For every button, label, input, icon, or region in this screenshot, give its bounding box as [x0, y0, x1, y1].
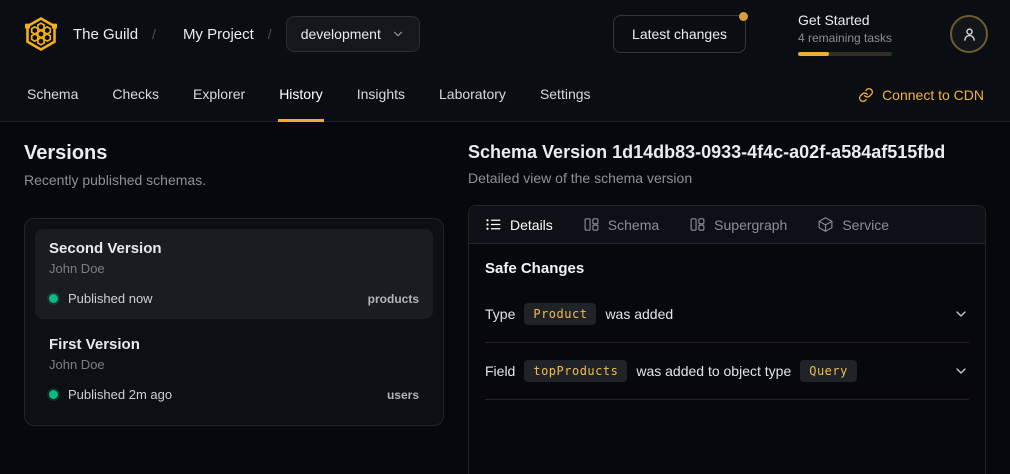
breadcrumb-separator: /	[268, 26, 272, 42]
connect-to-cdn-link[interactable]: Connect to CDN	[858, 68, 984, 121]
user-avatar[interactable]	[950, 15, 988, 53]
version-name: First Version	[49, 336, 419, 353]
nav-tabs: Schema Checks Explorer History Insights …	[26, 68, 592, 121]
detail-tab-label: Details	[510, 217, 553, 233]
breadcrumb-project[interactable]: My Project	[183, 26, 254, 43]
detail-body: Safe Changes Type Product was added Fiel…	[469, 244, 985, 416]
cube-icon	[817, 216, 834, 233]
project-nav: Schema Checks Explorer History Insights …	[0, 68, 1010, 122]
change-text: was added to object type	[636, 363, 791, 379]
version-status: Published now	[68, 291, 153, 306]
nav-tab-schema[interactable]: Schema	[26, 68, 79, 122]
get-started-progress-fill	[798, 52, 829, 56]
change-row-field-added[interactable]: Field topProducts was added to object ty…	[485, 343, 969, 400]
detail-tab-label: Service	[842, 217, 889, 233]
chevron-down-icon	[391, 27, 405, 41]
change-text: was added	[605, 306, 673, 322]
latest-changes-label: Latest changes	[632, 26, 727, 42]
list-icon	[485, 216, 502, 233]
nav-tab-history[interactable]: History	[278, 68, 324, 122]
nav-tab-explorer[interactable]: Explorer	[192, 68, 246, 122]
person-icon	[961, 26, 978, 43]
detail-tab-label: Schema	[608, 217, 659, 233]
layout-columns-icon	[583, 216, 600, 233]
version-detail-column: Schema Version 1d14db83-0933-4f4c-a02f-a…	[468, 142, 986, 474]
change-row-type-added[interactable]: Type Product was added	[485, 286, 969, 343]
change-code-chip: topProducts	[524, 360, 627, 382]
version-author: John Doe	[49, 261, 419, 276]
detail-tab-label: Supergraph	[714, 217, 787, 233]
version-name: Second Version	[49, 240, 419, 257]
detail-tabs: Details Schema	[469, 206, 985, 244]
version-status-row: Published 2m ago users	[49, 387, 419, 402]
versions-list: Second Version John Doe Published now pr…	[24, 218, 444, 426]
versions-column: Versions Recently published schemas. Sec…	[24, 142, 444, 474]
version-list-item-second[interactable]: Second Version John Doe Published now pr…	[35, 229, 433, 319]
latest-changes-button[interactable]: Latest changes	[613, 15, 746, 53]
breadcrumb-org[interactable]: The Guild	[73, 26, 138, 43]
chevron-down-icon[interactable]	[953, 306, 969, 322]
environment-selector[interactable]: development	[286, 16, 420, 52]
notification-dot	[739, 12, 748, 21]
version-detail-subtitle: Detailed view of the schema version	[468, 170, 986, 186]
version-status-row: Published now products	[49, 291, 419, 306]
breadcrumb-separator: /	[152, 26, 156, 42]
detail-tab-schema[interactable]: Schema	[583, 216, 659, 233]
change-code-chip: Query	[800, 360, 857, 382]
chevron-down-icon[interactable]	[953, 363, 969, 379]
version-detail-panel: Details Schema	[468, 205, 986, 474]
hive-logo-icon[interactable]	[22, 15, 60, 53]
detail-tab-service[interactable]: Service	[817, 216, 889, 233]
version-list-item-first[interactable]: First Version John Doe Published 2m ago …	[35, 325, 433, 415]
top-bar: The Guild / My Project / development Lat…	[0, 0, 1010, 68]
layout-columns-icon	[689, 216, 706, 233]
link-icon	[858, 87, 874, 103]
version-service-name: users	[387, 388, 419, 402]
nav-tab-laboratory[interactable]: Laboratory	[438, 68, 507, 122]
safe-changes-heading: Safe Changes	[485, 260, 969, 277]
nav-tab-insights[interactable]: Insights	[356, 68, 406, 122]
environment-value: development	[301, 26, 381, 42]
version-detail-title: Schema Version 1d14db83-0933-4f4c-a02f-a…	[468, 142, 986, 163]
detail-tab-details[interactable]: Details	[485, 216, 553, 233]
published-status-dot	[49, 390, 58, 399]
version-status: Published 2m ago	[68, 387, 172, 402]
version-author: John Doe	[49, 357, 419, 372]
published-status-dot	[49, 294, 58, 303]
nav-tab-checks[interactable]: Checks	[111, 68, 160, 122]
get-started-subtitle: 4 remaining tasks	[798, 31, 892, 45]
connect-to-cdn-label: Connect to CDN	[882, 87, 984, 103]
versions-subtitle: Recently published schemas.	[24, 172, 444, 188]
change-code-chip: Product	[524, 303, 596, 325]
change-text: Field	[485, 363, 515, 379]
get-started-progress-track	[798, 52, 892, 56]
get-started-widget[interactable]: Get Started 4 remaining tasks	[798, 12, 892, 56]
detail-tab-supergraph[interactable]: Supergraph	[689, 216, 787, 233]
version-service-name: products	[368, 292, 419, 306]
nav-tab-settings[interactable]: Settings	[539, 68, 592, 122]
change-text: Type	[485, 306, 515, 322]
app-window: The Guild / My Project / development Lat…	[0, 0, 1010, 474]
get-started-title: Get Started	[798, 12, 892, 28]
versions-title: Versions	[24, 142, 444, 165]
main-content: Versions Recently published schemas. Sec…	[0, 122, 1010, 474]
